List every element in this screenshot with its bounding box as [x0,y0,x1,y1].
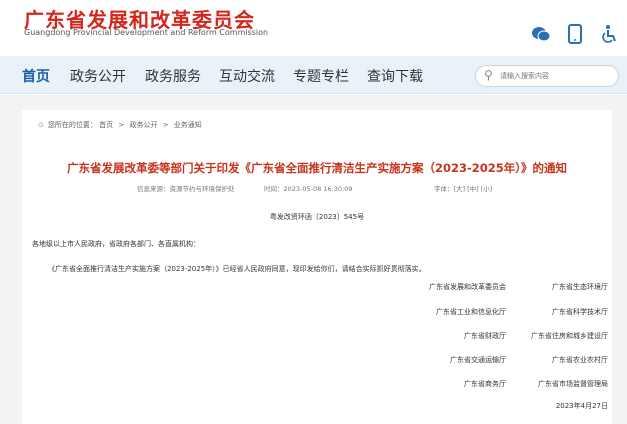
signer: 广东省商务厅 [464,380,506,388]
signer: 广东省交通运输厅 [450,356,506,364]
site-logo-subtitle: Guangdong Provincial Development and Ref… [24,28,269,37]
main-nav: 首页 政务公开 政务服务 互动交流 专题专栏 查询下载 ⚲ [0,56,627,94]
article-addressee: 各地级以上市人民政府，省政府各部门、各直属机构： [32,240,200,248]
nav-government-affairs[interactable]: 政务公开 [70,66,126,86]
signer: 广东省住房和城乡建设厅 [531,332,608,340]
breadcrumb-home[interactable]: 首页 [99,121,113,129]
breadcrumb: ⊙ 您所在的位置： 首页 > 政务公开 > 业务通知 [38,120,202,130]
nav-query-download[interactable]: 查询下载 [367,66,423,86]
signer: 广东省发展和改革委员会 [429,283,506,291]
article-date: 2023年4月27日 [555,402,608,410]
font-size-switcher[interactable]: 字体：[大] [中] [小] [434,183,492,193]
nav-special-topics[interactable]: 专题专栏 [293,66,349,86]
search-icon[interactable]: ⚲ [484,68,493,82]
signer: 广东省生态环境厅 [552,283,608,291]
breadcrumb-separator: > [118,121,125,129]
signer: 广东省财政厅 [464,332,506,340]
header-tools [531,24,619,44]
article-time: 时间：2023-05-08 16:30:09 [264,185,353,193]
nav-government-services[interactable]: 政务服务 [145,66,201,86]
breadcrumb-government-affairs[interactable]: 政务公开 [129,121,157,129]
document-number: 粤发改资环函〔2023〕545号 [269,213,365,221]
accessibility-icon[interactable] [599,24,619,44]
article-source: 信息来源：资源节约与环境保护处 [137,185,235,193]
nav-home[interactable]: 首页 [22,66,50,86]
article-body: 《广东省全面推行清洁生产实施方案（2023-2025年）》已经省人民政府同意，现… [48,265,426,273]
breadcrumb-separator: > [162,121,169,129]
search-input[interactable] [500,69,610,83]
breadcrumb-business-notice[interactable]: 业务通知 [174,121,202,129]
mobile-icon[interactable] [565,24,585,44]
search-box[interactable]: ⚲ [475,65,619,87]
signer: 广东省农业农村厅 [552,356,608,364]
article-title: 广东省发展改革委等部门关于印发《广东省全面推行清洁生产实施方案（2023-202… [66,161,568,175]
signer: 广东省市场监督管理局 [538,380,608,388]
wechat-icon[interactable] [531,24,551,44]
site-header: 广东省发展和改革委员会 Guangdong Provincial Develop… [0,0,627,52]
signer: 广东省工业和信息化厅 [436,308,506,316]
article-panel: ⊙ 您所在的位置： 首页 > 政务公开 > 业务通知 广东省发展改革委等部门关于印… [22,110,612,424]
breadcrumb-prefix: 您所在的位置： [47,121,97,129]
signer: 广东省科学技术厅 [552,308,608,316]
location-pin-icon: ⊙ [38,121,44,129]
nav-interaction[interactable]: 互动交流 [219,66,275,86]
